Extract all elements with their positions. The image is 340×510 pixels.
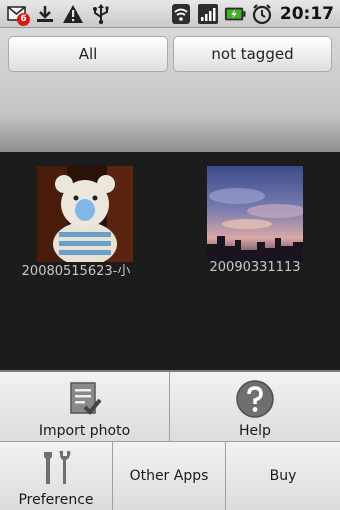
import-photo-icon: [65, 379, 105, 419]
wifi-icon: [170, 3, 192, 25]
tab-not-tagged[interactable]: not tagged: [173, 36, 332, 72]
options-menu: Import photo Help Preference Other Apps …: [0, 370, 340, 510]
clock-time: 20:17: [279, 4, 334, 24]
help-button[interactable]: Help: [170, 372, 340, 442]
status-bar: 6 20:17: [0, 0, 340, 28]
buy-label: Buy: [269, 468, 297, 484]
status-left-icons: 6: [6, 0, 112, 28]
other-apps-label: Other Apps: [129, 468, 209, 484]
help-label: Help: [239, 423, 271, 439]
teddy-bear-photo[interactable]: [37, 166, 133, 262]
filter-tabs-area: All not tagged: [0, 28, 340, 152]
notification-count-badge: 6: [17, 13, 30, 26]
alarm-icon: [251, 3, 273, 25]
download-icon[interactable]: [34, 3, 56, 25]
app-screen: 6 20:17 All not tagged 20080515623-小 200…: [0, 0, 340, 510]
sunset-sky-photo[interactable]: [207, 166, 303, 262]
battery-charging-icon: [224, 3, 246, 25]
preference-label: Preference: [18, 492, 94, 508]
gmail-notification-icon[interactable]: 6: [6, 3, 30, 26]
help-icon: [235, 379, 275, 419]
other-apps-button[interactable]: Other Apps: [113, 442, 226, 510]
photo-gallery: 20080515623-小 20090331113: [0, 152, 340, 370]
buy-button[interactable]: Buy: [226, 442, 340, 510]
usb-icon[interactable]: [90, 3, 112, 25]
tab-all[interactable]: All: [8, 36, 168, 72]
import-photo-label: Import photo: [38, 423, 131, 439]
import-photo-button[interactable]: Import photo: [0, 372, 170, 442]
preference-button[interactable]: Preference: [0, 442, 113, 510]
signal-icon: [197, 3, 219, 25]
photo-label: 20080515623-小: [21, 264, 131, 279]
photo-label: 20090331113: [209, 260, 301, 275]
tools-icon: [36, 448, 76, 488]
warning-icon[interactable]: [62, 3, 84, 25]
status-right-icons: 20:17: [170, 0, 334, 28]
